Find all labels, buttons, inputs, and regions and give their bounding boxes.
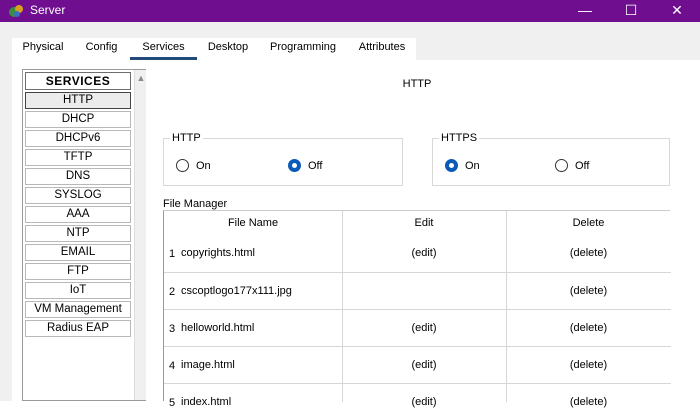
row-number: 5	[169, 397, 176, 409]
http-group: HTTP On Off	[163, 132, 403, 186]
table-row: 4 image.html (edit) (delete)	[164, 346, 671, 383]
scroll-up-arrow-icon[interactable]: ▲	[135, 72, 147, 84]
row-number: 2	[169, 286, 176, 298]
table-row: 5 index.html (edit) (delete)	[164, 383, 671, 420]
service-item-radius-eap[interactable]: Radius EAP	[25, 320, 131, 337]
radio-unchecked-icon[interactable]	[176, 159, 189, 172]
tab-desktop[interactable]: Desktop	[198, 38, 258, 60]
minimize-button[interactable]: —	[562, 0, 608, 22]
file-name: index.html	[181, 396, 232, 408]
http-group-legend: HTTP	[170, 132, 203, 144]
radio-checked-icon[interactable]	[288, 159, 301, 172]
file-name: helloworld.html	[181, 322, 255, 334]
service-item-syslog[interactable]: SYSLOG	[25, 187, 131, 204]
service-item-iot[interactable]: IoT	[25, 282, 131, 299]
tab-config[interactable]: Config	[74, 38, 129, 60]
services-list: SERVICES HTTP DHCP DHCPv6 TFTP DNS SYSLO…	[22, 69, 146, 401]
server-app-icon	[9, 5, 23, 17]
edit-link[interactable]: (edit)	[342, 359, 506, 371]
delete-link[interactable]: (delete)	[506, 359, 671, 371]
https-group: HTTPS On Off	[432, 132, 670, 186]
service-item-aaa[interactable]: AAA	[25, 206, 131, 223]
https-off-label: Off	[575, 160, 590, 172]
service-item-email[interactable]: EMAIL	[25, 244, 131, 261]
https-group-legend: HTTPS	[439, 132, 480, 144]
https-on-label: On	[465, 160, 480, 172]
service-item-http[interactable]: HTTP	[25, 92, 131, 109]
delete-link[interactable]: (delete)	[506, 396, 671, 408]
window-title: Server	[30, 3, 66, 17]
service-item-ftp[interactable]: FTP	[25, 263, 131, 280]
service-item-dns[interactable]: DNS	[25, 168, 131, 185]
delete-link[interactable]: (delete)	[506, 285, 671, 297]
radio-unchecked-icon[interactable]	[555, 159, 568, 172]
row-number: 3	[169, 323, 176, 335]
edit-link[interactable]: (edit)	[342, 322, 506, 334]
file-name: copyrights.html	[181, 247, 255, 259]
tab-physical[interactable]: Physical	[12, 38, 74, 60]
services-header: SERVICES	[25, 72, 131, 90]
tab-programming[interactable]: Programming	[262, 38, 344, 60]
service-item-dhcp[interactable]: DHCP	[25, 111, 131, 128]
panel-title: HTTP	[402, 78, 432, 90]
delete-link[interactable]: (delete)	[506, 247, 671, 259]
service-item-dhcpv6[interactable]: DHCPv6	[25, 130, 131, 147]
http-config-pane: HTTP HTTP On Off HTTPS On Off File Manag…	[162, 60, 700, 409]
close-button[interactable]: ✕	[654, 0, 700, 22]
edit-link[interactable]: (edit)	[342, 247, 506, 259]
http-off-label: Off	[308, 160, 323, 172]
edit-link[interactable]: (edit)	[342, 396, 506, 408]
column-header-edit: Edit	[414, 217, 434, 229]
file-name: image.html	[181, 359, 235, 371]
title-bar: Server — ☐ ✕	[0, 0, 700, 22]
service-item-tftp[interactable]: TFTP	[25, 149, 131, 166]
table-row: 3 helloworld.html (edit) (delete)	[164, 309, 671, 346]
file-name: cscoptlogo177x111.jpg	[181, 285, 292, 297]
service-item-ntp[interactable]: NTP	[25, 225, 131, 242]
maximize-button[interactable]: ☐	[608, 0, 654, 22]
window-body: Physical Config Services Desktop Program…	[0, 22, 700, 409]
tab-services[interactable]: Services	[130, 38, 197, 60]
column-header-file-name: File Name	[227, 217, 279, 229]
http-on-label: On	[196, 160, 211, 172]
table-row: 2 cscoptlogo177x111.jpg (delete)	[164, 272, 671, 309]
services-content: SERVICES HTTP DHCP DHCPv6 TFTP DNS SYSLO…	[12, 60, 700, 409]
row-number: 1	[169, 248, 176, 260]
table-row: 1 copyrights.html (edit) (delete)	[164, 235, 671, 272]
delete-link[interactable]: (delete)	[506, 322, 671, 334]
service-item-vm-management[interactable]: VM Management	[25, 301, 131, 318]
file-manager-table: File Name Edit Delete 1 copyrights.html …	[163, 210, 671, 409]
radio-checked-icon[interactable]	[445, 159, 458, 172]
file-manager-label: File Manager	[163, 198, 228, 210]
tab-attributes[interactable]: Attributes	[348, 38, 416, 60]
column-header-delete: Delete	[572, 217, 605, 229]
services-scrollbar[interactable]: ▲	[134, 70, 146, 400]
row-number: 4	[169, 360, 176, 372]
